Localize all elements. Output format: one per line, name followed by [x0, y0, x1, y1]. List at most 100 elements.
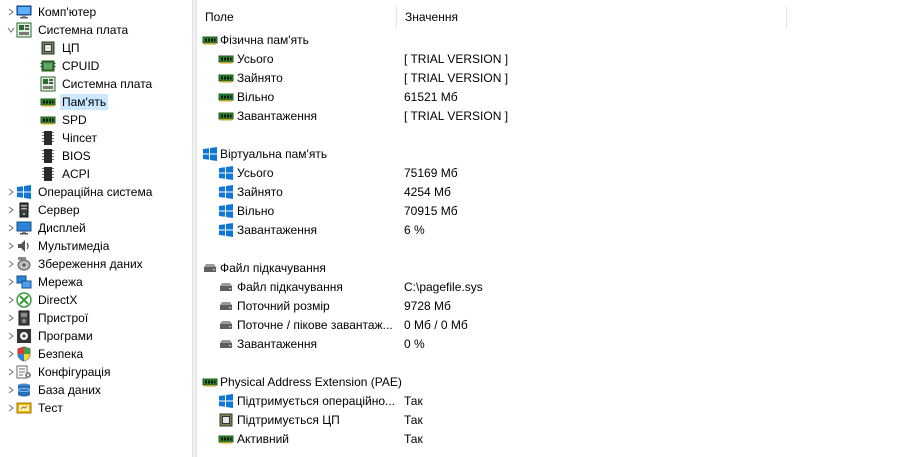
list-item[interactable]: Вільно 70915 Мб — [197, 201, 907, 220]
chevron-right-icon[interactable] — [6, 327, 16, 345]
memory-icon — [40, 112, 56, 128]
list-item[interactable]: Усього [ TRIAL VERSION ] — [197, 49, 907, 68]
tree-item-multimedia[interactable]: Мультимедіа — [6, 237, 111, 255]
list-item[interactable]: Вільно 61521 Мб — [197, 87, 907, 106]
field-value: 61521 Мб — [404, 89, 458, 104]
group-header[interactable]: Файл підкачування — [197, 258, 907, 277]
cpu-icon — [218, 412, 234, 428]
field-name: Зайнято — [237, 70, 283, 85]
chevron-right-icon[interactable] — [6, 255, 16, 273]
tree-item-label: SPD — [62, 113, 87, 127]
tree-item-config[interactable]: Конфігурація — [6, 363, 112, 381]
tree-item-security[interactable]: Безпека — [6, 345, 85, 363]
tree-item-storage[interactable]: Збереження даних — [6, 255, 145, 273]
field-name: Підтримується операційно... — [237, 393, 394, 408]
tree-item-display[interactable]: Дисплей — [6, 219, 88, 237]
windows-icon — [218, 165, 234, 181]
chevron-down-icon[interactable] — [6, 21, 16, 39]
tree-item-programs[interactable]: Програми — [6, 327, 95, 345]
list-item[interactable]: Поточний розмір 9728 Мб — [197, 296, 907, 315]
list-item[interactable]: Завантаження [ TRIAL VERSION ] — [197, 106, 907, 125]
chevron-right-icon[interactable] — [6, 309, 16, 327]
memory-icon — [218, 51, 234, 67]
tree-item-label: Пам'ять — [60, 94, 109, 110]
shield-icon — [16, 346, 32, 362]
tree-item-spd[interactable]: SPD — [22, 111, 89, 129]
tree-item-acpi[interactable]: ACPI — [22, 165, 92, 183]
field-value: Так — [404, 412, 423, 427]
drive-icon — [218, 317, 234, 333]
field-name: Підтримується ЦП — [237, 412, 340, 427]
tree-item-test[interactable]: Тест — [6, 399, 65, 417]
column-header-value[interactable]: Значення — [397, 6, 787, 28]
field-value: [ TRIAL VERSION ] — [404, 51, 509, 66]
tree-item-cpuid[interactable]: CPUID — [22, 57, 101, 75]
list-item[interactable]: Підтримується операційно... Так — [197, 391, 907, 410]
chevron-right-icon[interactable] — [6, 219, 16, 237]
list-item[interactable]: Підтримується ЦП Так — [197, 410, 907, 429]
tree-item-label: Безпека — [38, 347, 84, 361]
chip-icon — [40, 130, 56, 146]
field-value: 0 Мб / 0 Мб — [404, 317, 468, 332]
tree-item-devices[interactable]: Пристрої — [6, 309, 90, 327]
motherboard-icon — [40, 76, 56, 92]
tree-item-motherboard[interactable]: Системна плата — [6, 21, 130, 39]
tree-item-database[interactable]: База даних — [6, 381, 103, 399]
chevron-right-icon[interactable] — [6, 201, 16, 219]
group-header[interactable]: Віртуальна пам'ять — [197, 144, 907, 163]
chevron-right-icon[interactable] — [6, 345, 16, 363]
list-item[interactable]: Файл підкачування C:\pagefile.sys — [197, 277, 907, 296]
tree-item-label: Системна плата — [38, 23, 129, 37]
list-item[interactable]: Активний Так — [197, 429, 907, 448]
list-item[interactable]: Усього 75169 Мб — [197, 163, 907, 182]
navigation-tree[interactable]: Комп'ютер Системна плата ЦП CPUID Системна п… — [0, 0, 192, 457]
drive-icon — [218, 279, 234, 295]
tree-item-chipset[interactable]: Чіпсет — [22, 129, 99, 147]
list-item[interactable]: Завантаження 0 % — [197, 334, 907, 353]
field-value: [ TRIAL VERSION ] — [404, 70, 509, 85]
field-name: Активний — [237, 431, 289, 446]
field-value: [ TRIAL VERSION ] — [404, 108, 509, 123]
tree-item-directx[interactable]: DirectX — [6, 291, 79, 309]
tree-item-cpu[interactable]: ЦП — [22, 39, 82, 57]
tree-item-label: База даних — [38, 383, 101, 397]
tree-item-label: Сервер — [38, 203, 80, 217]
list-item[interactable]: Завантаження 6 % — [197, 220, 907, 239]
chevron-right-icon[interactable] — [6, 237, 16, 255]
tree-item-bios[interactable]: BIOS — [22, 147, 93, 165]
group-title: Файл підкачування — [220, 260, 326, 275]
field-name: Поточне / пікове завантаж... — [237, 317, 393, 332]
tree-item-network[interactable]: Мережа — [6, 273, 85, 291]
tree-item-label: Мережа — [38, 275, 83, 289]
list-item[interactable]: Зайнято [ TRIAL VERSION ] — [197, 68, 907, 87]
chevron-right-icon[interactable] — [6, 381, 16, 399]
tree-item-label: Комп'ютер — [38, 5, 97, 19]
tree-item-label: Системна плата — [62, 77, 153, 91]
memory-icon — [40, 94, 56, 110]
chevron-right-icon[interactable] — [6, 183, 16, 201]
chevron-right-icon[interactable] — [6, 273, 16, 291]
group-header[interactable]: Фізична пам'ять — [197, 30, 907, 49]
tree-item-server[interactable]: Сервер — [6, 201, 82, 219]
chevron-right-icon[interactable] — [6, 291, 16, 309]
list-item[interactable]: Поточне / пікове завантаж... 0 Мб / 0 Мб — [197, 315, 907, 334]
field-value: C:\pagefile.sys — [404, 279, 483, 294]
group-header[interactable]: Physical Address Extension (PAE) — [197, 372, 907, 391]
column-header-field[interactable]: Поле — [197, 6, 397, 28]
tree-item-computer[interactable]: Комп'ютер — [6, 3, 98, 21]
tree-item-label: ЦП — [62, 41, 80, 55]
monitor-icon — [16, 220, 32, 236]
tree-item-label: Пристрої — [38, 311, 89, 325]
tree-item-mb[interactable]: Системна плата — [22, 75, 154, 93]
tree-item-os[interactable]: Операційна система — [6, 183, 154, 201]
tree-item-memory[interactable]: Пам'ять — [22, 93, 109, 111]
memory-icon — [218, 431, 234, 447]
test-icon — [16, 400, 32, 416]
chevron-right-icon[interactable] — [6, 363, 16, 381]
chevron-right-icon[interactable] — [6, 3, 16, 21]
list-item[interactable]: Зайнято 4254 Мб — [197, 182, 907, 201]
chevron-right-icon[interactable] — [6, 399, 16, 417]
